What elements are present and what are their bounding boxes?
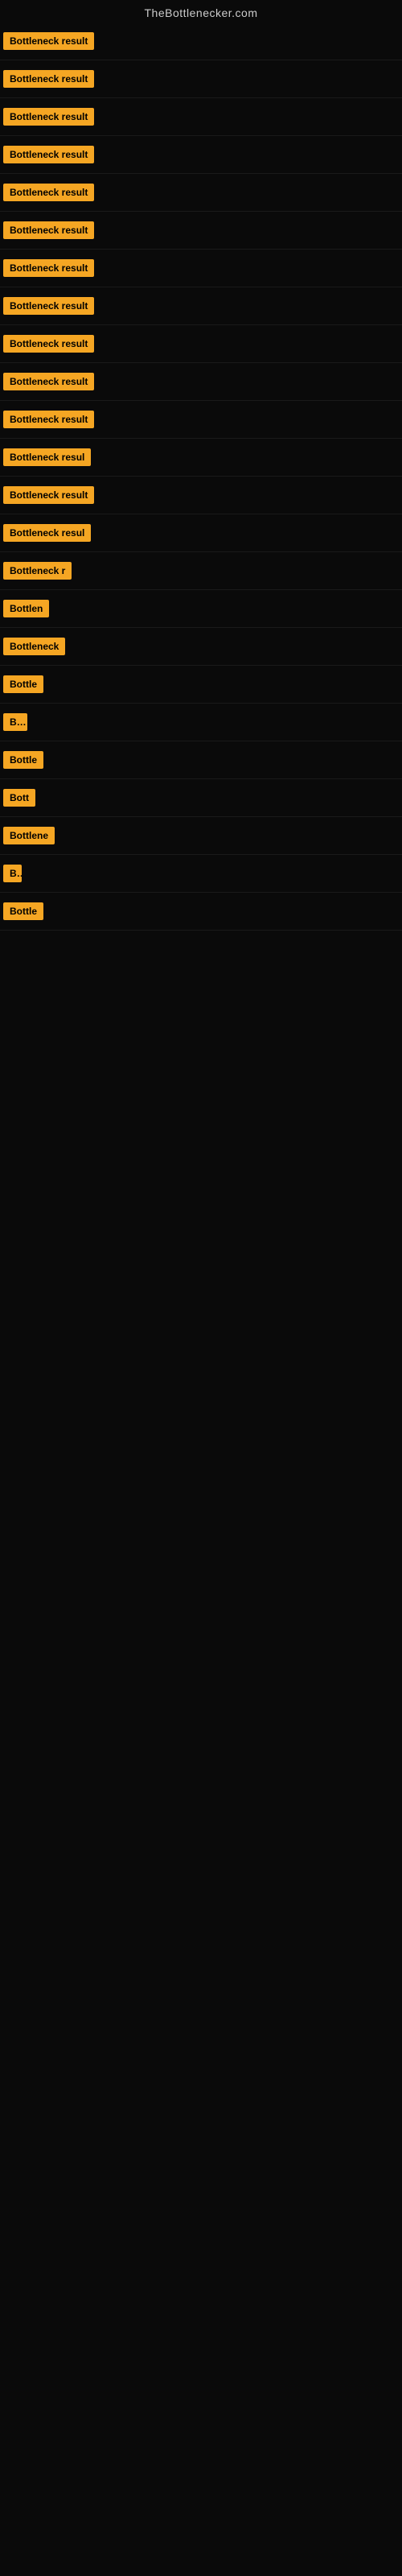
result-row: Bottle <box>0 893 402 931</box>
result-row: Bottle <box>0 666 402 704</box>
bottleneck-badge[interactable]: Bottleneck result <box>3 146 94 163</box>
result-row: Bottleneck resul <box>0 439 402 477</box>
result-row: Bottleneck resul <box>0 514 402 552</box>
result-row: Bottleneck r <box>0 552 402 590</box>
bottleneck-badge[interactable]: Bottleneck result <box>3 411 94 428</box>
result-row: Bottle <box>0 741 402 779</box>
bottleneck-badge[interactable]: Bottleneck resul <box>3 524 91 542</box>
bottleneck-badge[interactable]: Bottleneck resul <box>3 448 91 466</box>
result-row: Bottleneck result <box>0 212 402 250</box>
bottleneck-badge[interactable]: Bottlene <box>3 827 55 844</box>
result-row: Bottlen <box>0 590 402 628</box>
result-row: Bottleneck result <box>0 174 402 212</box>
bottleneck-badge[interactable]: Bottlen <box>3 600 49 617</box>
result-row: B <box>0 855 402 893</box>
bottleneck-badge[interactable]: Bottleneck result <box>3 221 94 239</box>
result-row: Bottleneck result <box>0 98 402 136</box>
site-title: TheBottlenecker.com <box>0 0 402 23</box>
bottleneck-badge[interactable]: Bottleneck result <box>3 335 94 353</box>
result-row: Bottleneck result <box>0 325 402 363</box>
bottleneck-badge[interactable]: Bottleneck result <box>3 373 94 390</box>
bottleneck-badge[interactable]: Bott <box>3 789 35 807</box>
bottleneck-badge[interactable]: B <box>3 865 22 882</box>
result-row: Bottleneck result <box>0 477 402 514</box>
result-row: Bottleneck result <box>0 287 402 325</box>
bottleneck-badge[interactable]: Bo <box>3 713 27 731</box>
result-row: Bottlene <box>0 817 402 855</box>
result-row: Bottleneck result <box>0 136 402 174</box>
bottleneck-badge[interactable]: Bottleneck r <box>3 562 72 580</box>
bottleneck-badge[interactable]: Bottleneck result <box>3 70 94 88</box>
bottleneck-badge[interactable]: Bottle <box>3 751 43 769</box>
results-list: Bottleneck result Bottleneck result Bottle… <box>0 23 402 931</box>
bottleneck-badge[interactable]: Bottle <box>3 902 43 920</box>
result-row: Bottleneck result <box>0 363 402 401</box>
result-row: Bottleneck result <box>0 401 402 439</box>
bottleneck-badge[interactable]: Bottle <box>3 675 43 693</box>
site-title-text: TheBottlenecker.com <box>144 6 257 19</box>
bottleneck-badge[interactable]: Bottleneck result <box>3 297 94 315</box>
bottleneck-badge[interactable]: Bottleneck result <box>3 486 94 504</box>
bottleneck-badge[interactable]: Bottleneck result <box>3 259 94 277</box>
result-row: Bottleneck result <box>0 60 402 98</box>
result-row: Bottleneck <box>0 628 402 666</box>
result-row: Bo <box>0 704 402 741</box>
result-row: Bottleneck result <box>0 23 402 60</box>
bottleneck-badge[interactable]: Bottleneck <box>3 638 65 655</box>
bottleneck-badge[interactable]: Bottleneck result <box>3 32 94 50</box>
bottleneck-badge[interactable]: Bottleneck result <box>3 108 94 126</box>
bottleneck-badge[interactable]: Bottleneck result <box>3 184 94 201</box>
result-row: Bottleneck result <box>0 250 402 287</box>
result-row: Bott <box>0 779 402 817</box>
